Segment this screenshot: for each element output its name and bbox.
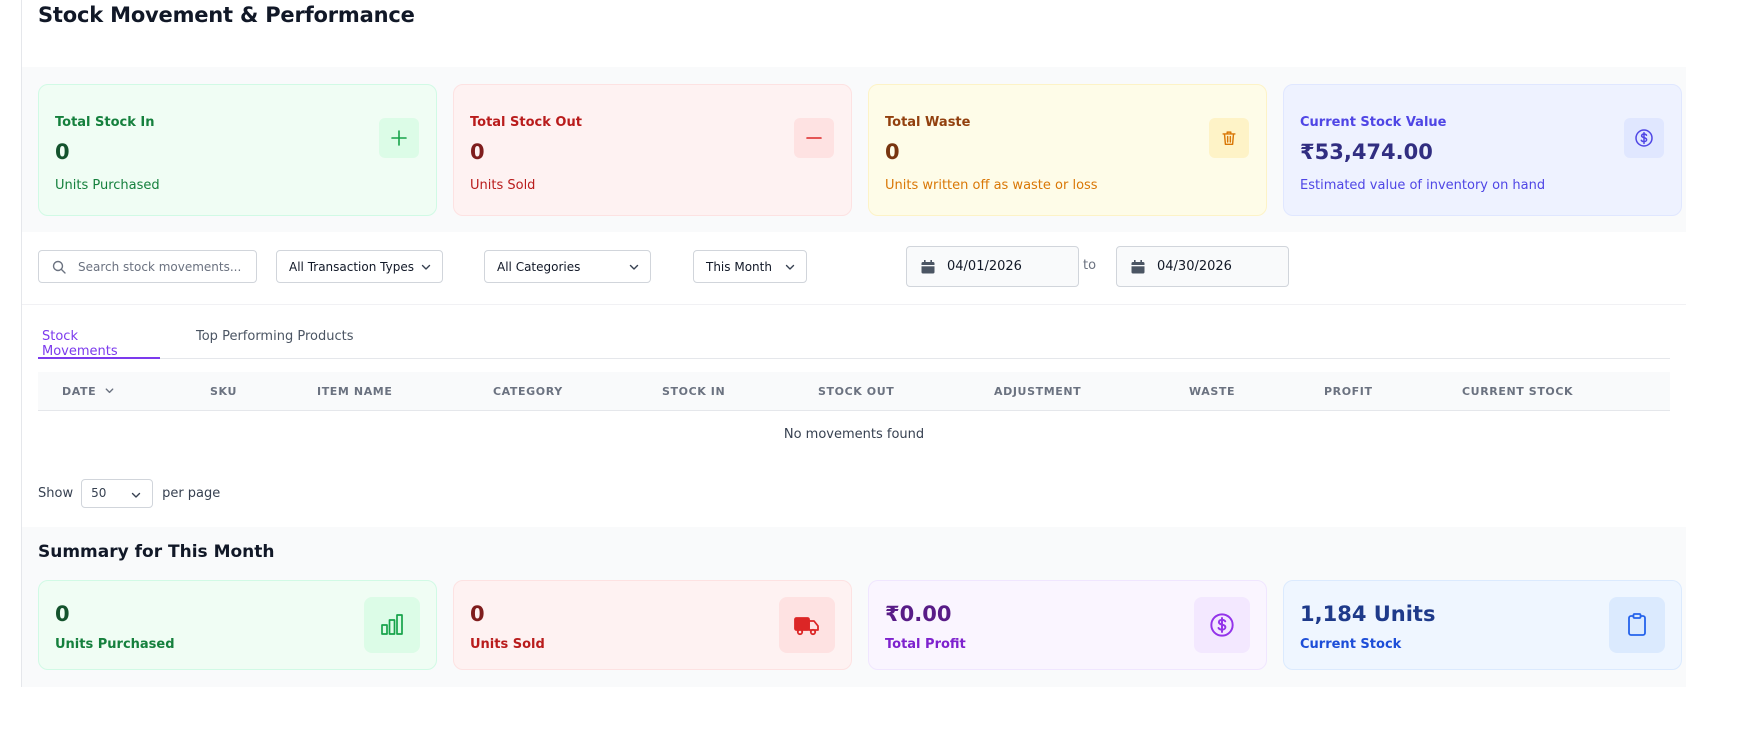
- trash-icon: [1209, 118, 1249, 158]
- dollar-circle-icon: [1624, 118, 1664, 158]
- period-select[interactable]: This Month: [693, 250, 807, 283]
- card-value: 1,184 Units: [1300, 602, 1436, 626]
- summary-section: Summary for This Month 0 Units Purchased…: [22, 527, 1686, 687]
- category-select[interactable]: All Categories: [484, 250, 651, 283]
- empty-table-message: No movements found: [783, 427, 925, 442]
- tab-bar: Stock Movements Top Performing Products: [38, 317, 1670, 359]
- per-page-select[interactable]: 50: [81, 478, 154, 508]
- calendar-icon: [1130, 259, 1146, 279]
- show-label: Show: [38, 485, 74, 501]
- card-label: Total Stock In: [55, 115, 155, 130]
- column-header-stock-out: STOCK OUT: [818, 385, 895, 398]
- transaction-type-value: All Transaction Types: [289, 259, 414, 274]
- column-header-category: CATEGORY: [493, 385, 563, 398]
- pagination-control: Show 50 per page: [38, 478, 220, 508]
- current-stock-value-card: Current Stock Value ₹53,474.00 Estimated…: [1283, 84, 1682, 216]
- search-placeholder: Search stock movements...: [78, 259, 242, 274]
- search-icon: [52, 260, 66, 277]
- card-label: Total Waste: [885, 115, 971, 130]
- filter-bar: Search stock movements... All Transactio…: [22, 232, 1686, 305]
- card-subtext: Estimated value of inventory on hand: [1300, 178, 1546, 193]
- card-value: 0: [55, 140, 70, 164]
- calendar-icon: [920, 259, 936, 279]
- date-from-field[interactable]: 04/01/2026: [906, 246, 1079, 287]
- card-label: Current Stock: [1300, 637, 1402, 652]
- plus-icon: [379, 118, 419, 158]
- minus-icon: [794, 118, 834, 158]
- tab-stock-movements[interactable]: Stock Movements: [38, 317, 160, 359]
- card-value: ₹0.00: [885, 602, 952, 626]
- category-value: All Categories: [497, 259, 581, 274]
- column-header-profit: PROFIT: [1324, 385, 1373, 398]
- card-label: Units Purchased: [55, 637, 175, 652]
- date-to-value: 04/30/2026: [1157, 259, 1232, 274]
- column-header-item-name: ITEM NAME: [317, 385, 393, 398]
- card-value: 0: [470, 602, 485, 626]
- date-from-value: 04/01/2026: [947, 259, 1022, 274]
- date-range-separator: to: [1083, 258, 1097, 273]
- chevron-down-icon: [130, 489, 142, 504]
- page-title: Stock Movement & Performance: [38, 3, 415, 27]
- column-header-adjustment: ADJUSTMENT: [994, 385, 1082, 398]
- period-value: This Month: [706, 259, 772, 274]
- card-value: 0: [470, 140, 485, 164]
- card-subtext: Units Purchased: [55, 178, 160, 193]
- stock-movement-page: Stock Movement & Performance Total Stock…: [21, 0, 1686, 687]
- table-header: DATE SKU ITEM NAME CATEGORY STOCK IN STO…: [38, 372, 1670, 411]
- chevron-down-icon: [628, 261, 640, 276]
- dollar-circle-icon: [1194, 597, 1250, 653]
- summary-total-profit-card: ₹0.00 Total Profit: [868, 580, 1267, 670]
- card-subtext: Units written off as waste or loss: [885, 178, 1098, 193]
- column-header-stock-in: STOCK IN: [662, 385, 726, 398]
- total-waste-card: Total Waste 0 Units written off as waste…: [868, 84, 1267, 216]
- card-label: Total Stock Out: [470, 115, 582, 130]
- card-subtext: Units Sold: [470, 178, 536, 193]
- summary-current-stock-card: 1,184 Units Current Stock: [1283, 580, 1682, 670]
- summary-units-sold-card: 0 Units Sold: [453, 580, 852, 670]
- per-page-value: 50: [91, 485, 107, 500]
- truck-icon: [779, 597, 835, 653]
- card-label: Current Stock Value: [1300, 115, 1447, 130]
- chevron-down-icon: [104, 385, 115, 399]
- card-label: Units Sold: [470, 637, 545, 652]
- tab-top-performing-products[interactable]: Top Performing Products: [192, 317, 360, 359]
- stats-section: Total Stock In 0 Units Purchased Total S…: [22, 67, 1686, 232]
- summary-title: Summary for This Month: [38, 542, 275, 562]
- chevron-down-icon: [784, 261, 796, 276]
- date-to-field[interactable]: 04/30/2026: [1116, 246, 1289, 287]
- column-header-current-stock: CURRENT STOCK: [1462, 385, 1574, 398]
- column-header-sku: SKU: [210, 385, 237, 398]
- card-value: 0: [55, 602, 70, 626]
- clipboard-icon: [1609, 597, 1665, 653]
- bar-chart-icon: [364, 597, 420, 653]
- card-label: Total Profit: [885, 637, 966, 652]
- card-value: ₹53,474.00: [1300, 140, 1433, 164]
- search-input[interactable]: Search stock movements...: [38, 250, 257, 283]
- column-header-date[interactable]: DATE: [62, 385, 115, 399]
- chevron-down-icon: [420, 261, 432, 276]
- summary-units-purchased-card: 0 Units Purchased: [38, 580, 437, 670]
- total-stock-out-card: Total Stock Out 0 Units Sold: [453, 84, 852, 216]
- per-page-label: per page: [162, 485, 221, 501]
- transaction-type-select[interactable]: All Transaction Types: [276, 250, 443, 283]
- card-value: 0: [885, 140, 900, 164]
- total-stock-in-card: Total Stock In 0 Units Purchased: [38, 84, 437, 216]
- column-header-waste: WASTE: [1189, 385, 1236, 398]
